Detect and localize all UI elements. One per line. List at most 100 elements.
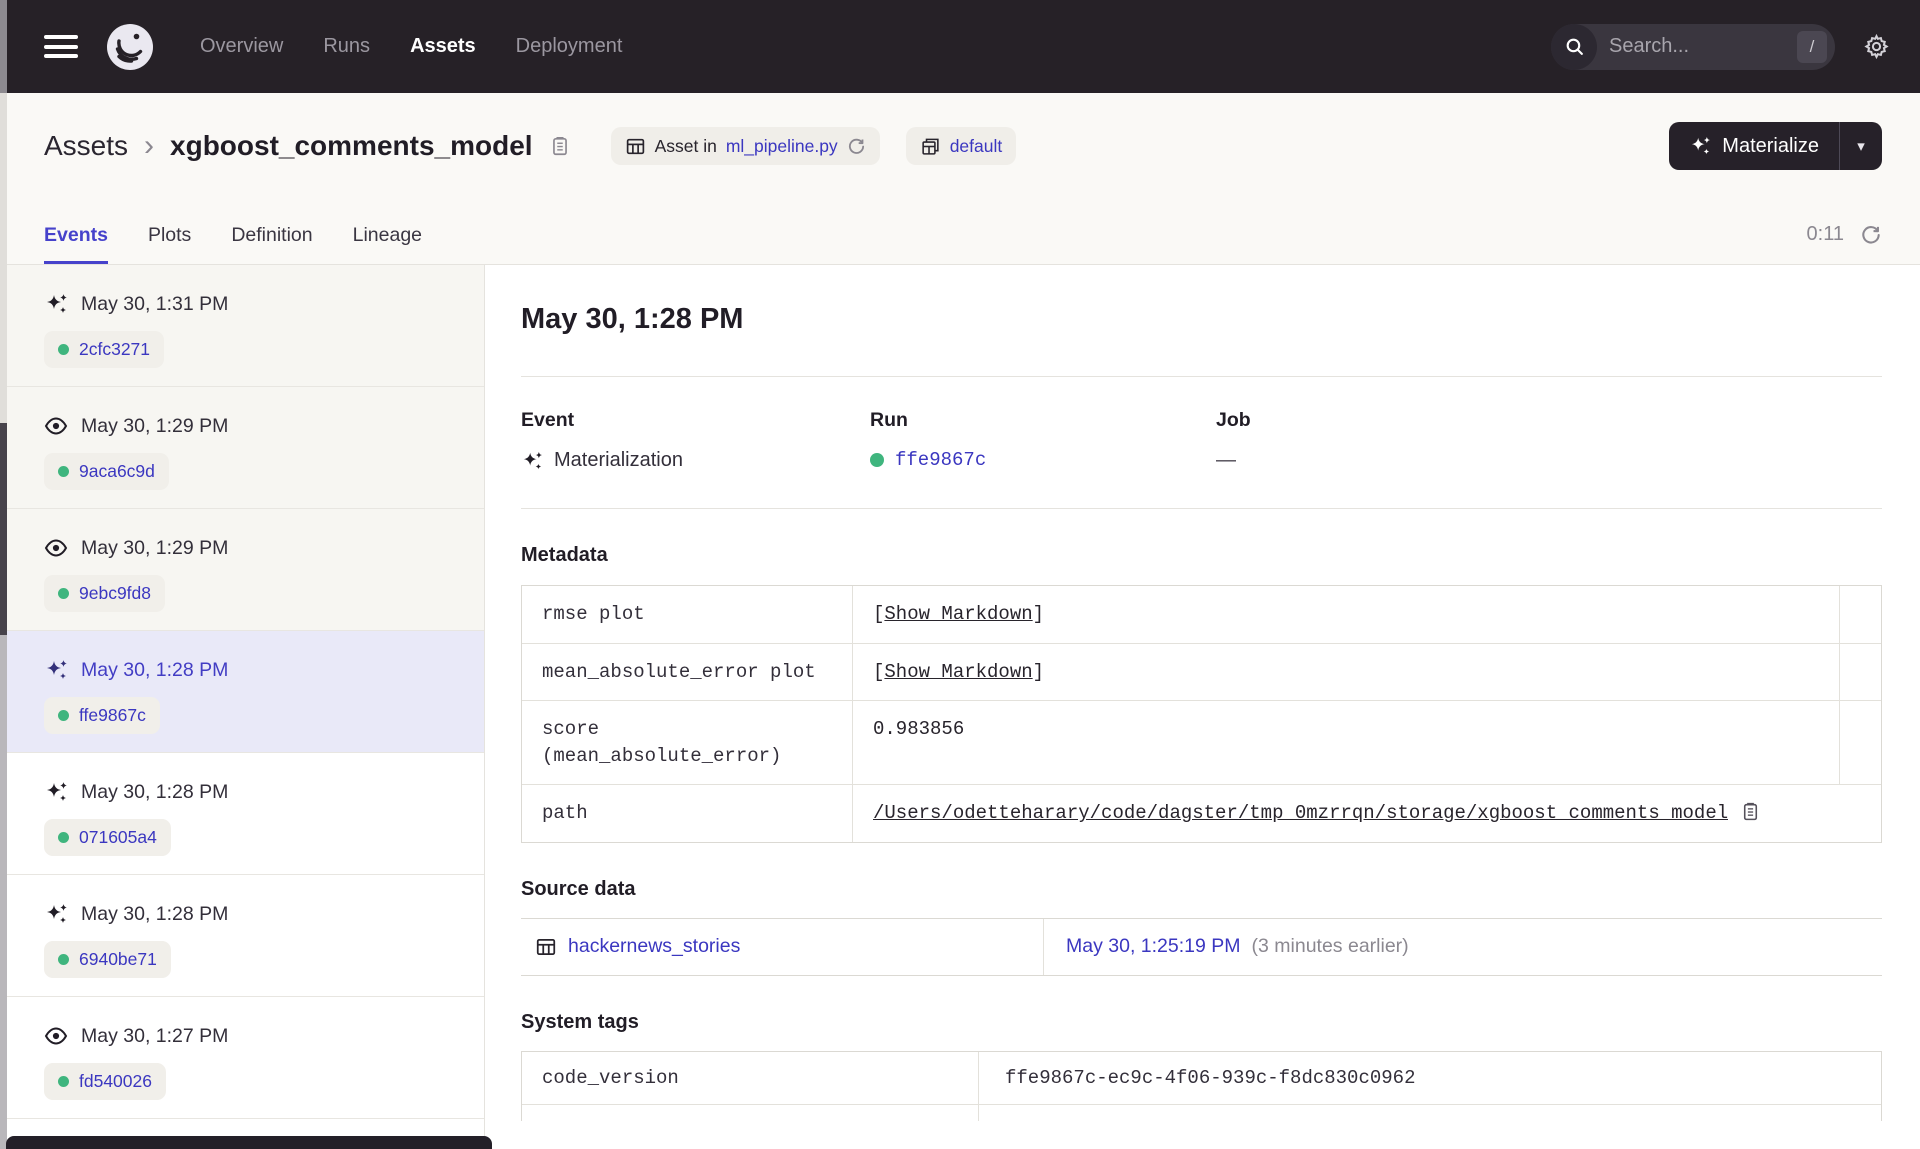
menu-icon[interactable] <box>44 30 78 64</box>
show-markdown-link[interactable]: [Show Markdown] <box>873 659 1044 686</box>
run-status-dot <box>58 466 69 477</box>
run-tag[interactable]: fd540026 <box>44 1063 166 1100</box>
asset-name-title: xgboost_comments_model <box>170 130 533 161</box>
run-status-dot <box>58 588 69 599</box>
event-timestamp: May 30, 1:28 PM <box>81 780 229 803</box>
copy-asset-name-icon[interactable] <box>549 135 571 157</box>
system-tags-heading: System tags <box>521 1010 639 1033</box>
system-tags-table: code_version ffe9867c-ec9c-4f06-939c-f8d… <box>521 1050 1882 1121</box>
materialization-sparkle-icon <box>44 292 68 316</box>
event-timestamp: May 30, 1:29 PM <box>81 414 229 437</box>
top-navbar: Overview Runs Assets Deployment / <box>0 0 1920 93</box>
asset-group-badge: default <box>905 127 1017 165</box>
refresh-timer: 0:11 <box>1806 223 1844 245</box>
system-tag-row: code_version ffe9867c-ec9c-4f06-939c-f8d… <box>522 1051 1881 1105</box>
metadata-table: rmse plot [Show Markdown] mean_absolute_… <box>521 585 1882 843</box>
nav-link-overview[interactable]: Overview <box>200 35 283 58</box>
source-asset-link[interactable]: hackernews_stories <box>568 935 740 958</box>
refresh-icon[interactable] <box>1860 224 1882 246</box>
run-tag[interactable]: 6940be71 <box>44 941 171 978</box>
run-tag[interactable]: ffe9867c <box>44 697 160 734</box>
event-detail-panel: May 30, 1:28 PM Event Materialization Ru… <box>485 265 1920 1149</box>
run-id-link: 9ebc9fd8 <box>79 583 152 603</box>
materialize-dropdown-caret[interactable]: ▾ <box>1840 122 1882 170</box>
event-list-item-selected[interactable]: May 30, 1:28 PM ffe9867c <box>0 631 484 753</box>
nav-link-assets[interactable]: Assets <box>410 35 476 58</box>
run-tag[interactable]: 9aca6c9d <box>44 453 169 490</box>
run-status-dot <box>58 710 69 721</box>
event-timestamp: May 30, 1:28 PM <box>81 658 229 681</box>
event-list-item[interactable]: May 30, 1:29 PM 9aca6c9d <box>0 387 484 509</box>
event-list-item[interactable]: May 30, 1:28 PM 6940be71 <box>0 875 484 997</box>
source-relative-time: (3 minutes earlier) <box>1251 935 1409 958</box>
storage-path-link[interactable]: /Users/odetteharary/code/dagster/tmp_0mz… <box>873 800 1728 827</box>
system-tag-key: code_version <box>522 1051 979 1104</box>
show-markdown-link[interactable]: [Show Markdown] <box>873 601 1044 628</box>
navbar-right: / <box>1551 23 1890 70</box>
tab-events[interactable]: Events <box>44 224 108 264</box>
search-shortcut-key: / <box>1797 30 1827 63</box>
event-list-item[interactable]: May 30, 1:28 PM 071605a4 <box>0 753 484 875</box>
event-timestamp: May 30, 1:31 PM <box>81 292 229 315</box>
run-tag[interactable]: 2cfc3271 <box>44 331 165 368</box>
copy-path-icon[interactable] <box>1740 801 1761 822</box>
materialize-button[interactable]: Materialize <box>1669 122 1839 170</box>
asset-badges: Asset in ml_pipeline.py default <box>610 127 1017 165</box>
event-column-label: Event <box>521 409 575 431</box>
run-status-dot <box>58 1076 69 1087</box>
job-column-label: Job <box>1216 409 1251 431</box>
background-window-artifact <box>6 1136 492 1149</box>
source-data-row: hackernews_stories May 30, 1:25:19 PM (3… <box>521 917 1882 976</box>
table-icon <box>535 936 557 958</box>
sparkle-icon <box>1692 136 1711 155</box>
nav-link-deployment[interactable]: Deployment <box>516 35 623 58</box>
run-tag[interactable]: 9ebc9fd8 <box>44 575 166 612</box>
materialization-sparkle-icon <box>44 902 68 926</box>
run-id-link: 2cfc3271 <box>79 339 151 359</box>
run-id-link: 071605a4 <box>79 827 157 847</box>
metadata-key: mean_absolute_error plot <box>522 643 853 701</box>
score-value: 0.983856 <box>873 718 965 741</box>
nav-link-runs[interactable]: Runs <box>323 35 370 58</box>
asset-tabs: Events Plots Definition Lineage 0:11 <box>0 193 1920 265</box>
event-detail-title: May 30, 1:28 PM <box>521 303 744 335</box>
event-list-item[interactable]: May 30, 1:31 PM 2cfc3271 <box>0 265 484 387</box>
event-list-item[interactable]: May 30, 1:27 PM fd540026 <box>0 997 484 1119</box>
run-id-link: 6940be71 <box>79 949 157 969</box>
source-timestamp-link[interactable]: May 30, 1:25:19 PM <box>1066 935 1241 958</box>
tab-plots[interactable]: Plots <box>148 224 191 264</box>
search-box[interactable]: / <box>1551 23 1835 70</box>
metadata-row-rmse-plot: rmse plot [Show Markdown] <box>522 586 1881 644</box>
run-status-dot <box>58 954 69 965</box>
source-data-heading: Source data <box>521 877 636 900</box>
breadcrumb-assets-link[interactable]: Assets <box>44 130 128 162</box>
run-column-label: Run <box>870 409 908 431</box>
observation-eye-icon <box>44 536 68 560</box>
breadcrumb-chevron: › <box>144 129 155 162</box>
tab-lineage[interactable]: Lineage <box>353 224 422 264</box>
run-id-link[interactable]: ffe9867c <box>895 449 986 471</box>
tab-definition[interactable]: Definition <box>231 224 312 264</box>
materialize-split-button: Materialize ▾ <box>1669 122 1882 170</box>
asset-location-file-link[interactable]: ml_pipeline.py <box>726 136 838 157</box>
event-timestamp: May 30, 1:27 PM <box>81 1024 229 1047</box>
event-list-item[interactable]: May 30, 1:29 PM 9ebc9fd8 <box>0 509 484 631</box>
divider <box>521 508 1882 509</box>
settings-gear-icon[interactable] <box>1863 33 1890 60</box>
metadata-heading: Metadata <box>521 544 608 566</box>
reload-location-icon[interactable] <box>847 137 866 156</box>
search-icon <box>1551 23 1597 70</box>
run-status-dot <box>870 453 884 467</box>
breadcrumb: Assets › xgboost_comments_model Asset in <box>0 93 1920 193</box>
search-input[interactable] <box>1609 35 1797 58</box>
run-status-dot <box>58 832 69 843</box>
window-edge-artifact <box>0 0 7 1149</box>
run-id-link: fd540026 <box>79 1071 152 1091</box>
system-tag-row-partial <box>522 1104 1881 1121</box>
run-tag[interactable]: 071605a4 <box>44 819 171 856</box>
page-header: Assets › xgboost_comments_model Asset in <box>0 93 1920 265</box>
asset-group-link[interactable]: default <box>950 136 1003 157</box>
table-icon <box>626 138 644 154</box>
dagster-logo-icon[interactable] <box>106 23 154 71</box>
divider <box>521 376 1882 377</box>
